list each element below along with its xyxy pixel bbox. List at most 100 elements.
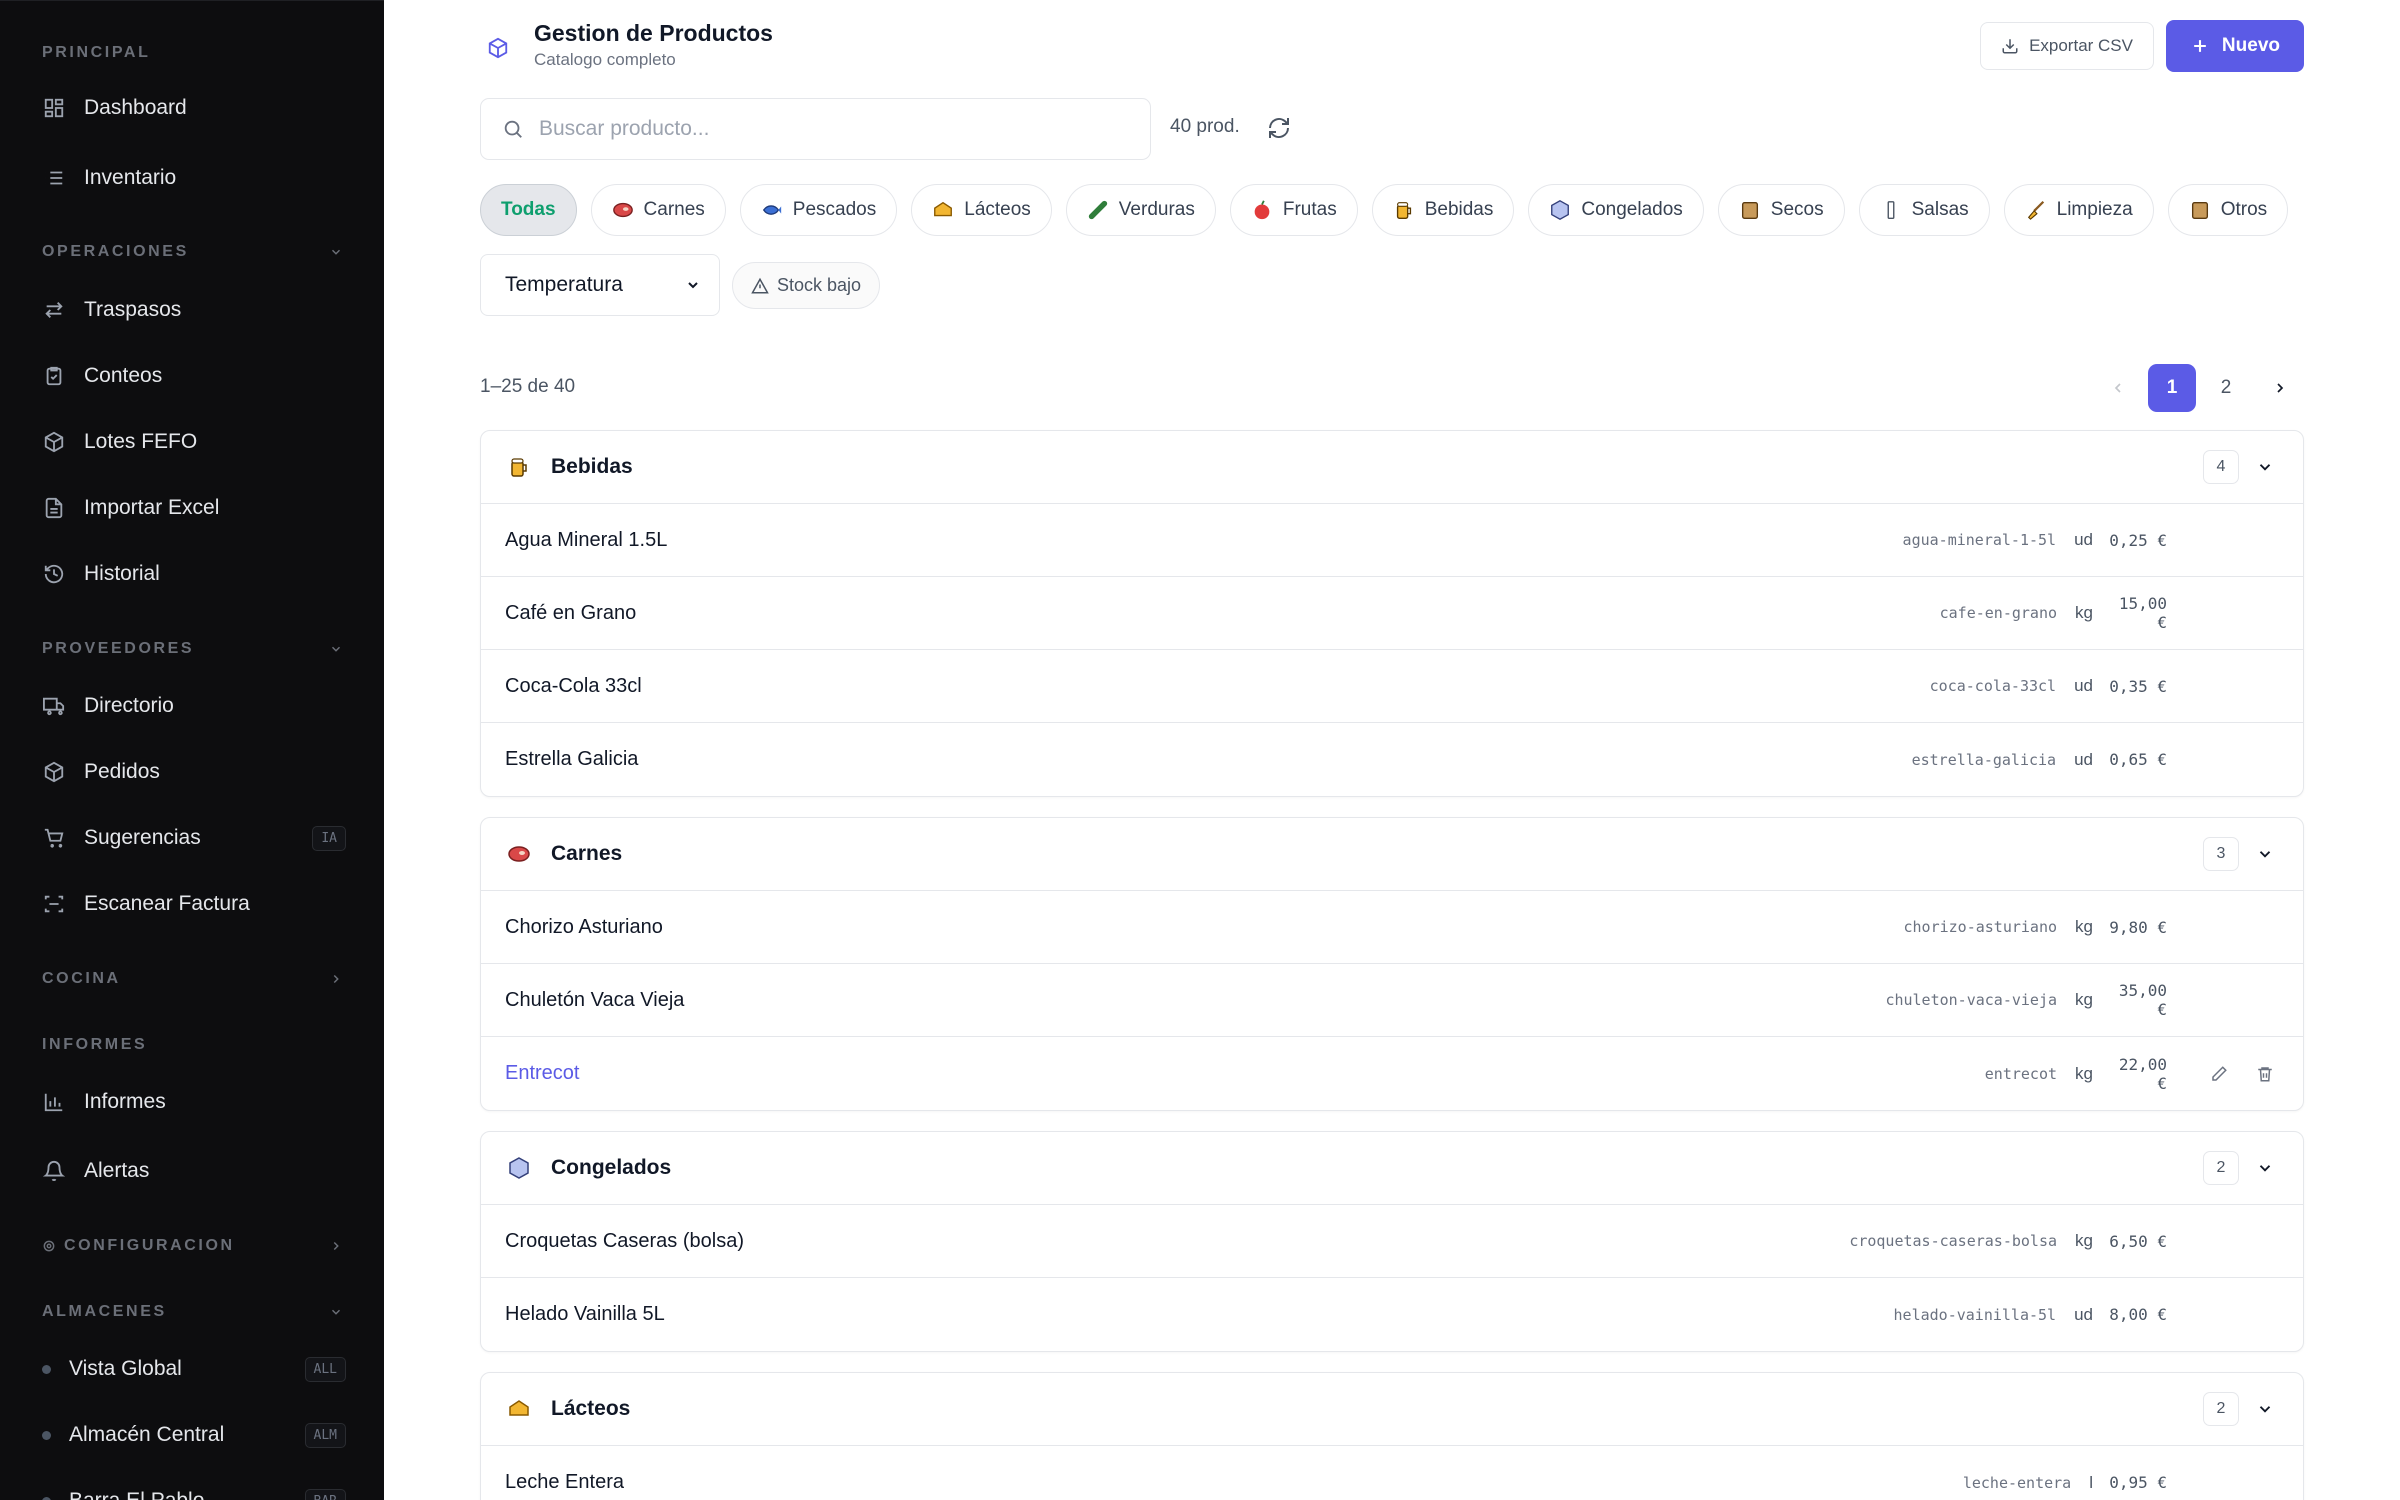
warehouse-label: Vista Global <box>69 1357 182 1380</box>
section-operaciones[interactable]: OPERACIONES <box>42 240 346 264</box>
group-header[interactable]: Congelados 2 <box>481 1132 2303 1205</box>
product-row[interactable]: Helado Vainilla 5L helado-vainilla-5l ud 8,… <box>481 1278 2303 1351</box>
chip-congelados[interactable]: Congelados <box>1528 184 1704 236</box>
product-name: Croquetas Caseras (bolsa) <box>505 1229 744 1252</box>
sidebar-item-directorio[interactable]: Directorio <box>30 680 354 732</box>
chip-label: Carnes <box>643 199 705 220</box>
page-subtitle: Catalogo completo <box>534 50 676 69</box>
prev-page-button[interactable] <box>2094 364 2142 412</box>
sidebar-item-lotes[interactable]: Lotes FEFO <box>30 416 354 468</box>
edit-icon[interactable] <box>2207 1062 2231 1086</box>
search-box[interactable] <box>480 98 1151 160</box>
chip-frutas[interactable]: Frutas <box>1229 184 1358 236</box>
temperature-select[interactable]: Temperatura <box>480 254 720 316</box>
sidebar-item-inventario[interactable]: Inventario <box>30 152 354 204</box>
product-row[interactable]: Chorizo Asturiano chorizo-asturiano kg 9,80… <box>481 891 2303 964</box>
chip-todas[interactable]: Todas <box>480 184 577 236</box>
chip-pescados[interactable]: Pescados <box>739 184 898 236</box>
warehouse-item[interactable]: Vista Global ALL <box>30 1343 354 1395</box>
broom-icon <box>2025 199 2047 221</box>
chevron-down-icon <box>2253 1156 2277 1180</box>
next-page-button[interactable] <box>2256 364 2304 412</box>
chip-limpieza[interactable]: Limpieza <box>2003 184 2154 236</box>
sidebar-item-label: Sugerencias <box>84 826 201 849</box>
warehouse-item[interactable]: Almacén Central ALM <box>30 1409 354 1461</box>
chip-lacteos[interactable]: Lácteos <box>911 184 1052 236</box>
chip-label: Limpieza <box>2056 199 2133 220</box>
sidebar-item-informes[interactable]: Informes <box>30 1076 354 1128</box>
chip-label: Bebidas <box>1424 199 1494 220</box>
chip-label: Frutas <box>1282 199 1337 220</box>
product-price: 0,95 € <box>2109 1473 2167 1492</box>
product-row[interactable]: Croquetas Caseras (bolsa) croquetas-caser… <box>481 1205 2303 1278</box>
sidebar-item-importar[interactable]: Importar Excel <box>30 482 354 534</box>
sidebar-item-label: Traspasos <box>84 298 182 321</box>
group-header[interactable]: Bebidas 4 <box>481 431 2303 504</box>
product-name: Chorizo Asturiano <box>505 915 663 938</box>
product-unit: l <box>2089 1472 2093 1492</box>
product-row[interactable]: Chuletón Vaca Vieja chuleton-vaca-vieja kg… <box>481 964 2303 1037</box>
sidebar-item-historial[interactable]: Historial <box>30 548 354 600</box>
category-group: Lácteos 2 Leche Entera leche-entera l 0,95 … <box>480 1372 2304 1500</box>
product-slug: chorizo-asturiano <box>1903 918 2058 936</box>
product-unit: kg <box>2075 1063 2093 1083</box>
page-button[interactable]: 2 <box>2202 364 2250 412</box>
ai-badge: IA <box>312 825 346 851</box>
product-slug: cafe-en-grano <box>1939 604 2058 622</box>
section-almacenes[interactable]: ALMACENES <box>42 1300 346 1324</box>
product-unit: ud <box>2074 676 2093 695</box>
sidebar-item-label: Informes <box>84 1090 166 1113</box>
chip-secos[interactable]: Secos <box>1717 184 1845 236</box>
sidebar-item-label: Escanear Factura <box>84 892 250 915</box>
sidebar-item-traspasos[interactable]: Traspasos <box>30 284 354 336</box>
bar-chart-icon <box>42 1090 66 1114</box>
product-name: Chuletón Vaca Vieja <box>505 988 685 1011</box>
warning-icon <box>751 277 769 295</box>
product-row[interactable]: Coca-Cola 33cl coca-cola-33cl ud 0,35 € <box>481 650 2303 723</box>
refresh-icon[interactable] <box>1264 113 1294 143</box>
bell-icon <box>42 1159 66 1183</box>
export-csv-button[interactable]: Exportar CSV <box>1980 22 2154 70</box>
package-icon <box>42 430 66 454</box>
trash-icon[interactable] <box>2253 1062 2277 1086</box>
sidebar-item-escanear[interactable]: Escanear Factura <box>30 878 354 930</box>
chip-label: Lácteos <box>964 199 1031 220</box>
group-header[interactable]: Carnes 3 <box>481 818 2303 891</box>
product-name: Coca-Cola 33cl <box>505 674 642 697</box>
sidebar-item-alertas[interactable]: Alertas <box>30 1145 354 1197</box>
sidebar-item-sugerencias[interactable]: Sugerencias IA <box>30 812 354 864</box>
section-cocina[interactable]: COCINA <box>42 967 346 991</box>
sidebar-item-conteos[interactable]: Conteos <box>30 350 354 402</box>
new-product-button[interactable]: Nuevo <box>2165 20 2304 72</box>
sidebar-item-pedidos[interactable]: Pedidos <box>30 746 354 798</box>
group-name: Carnes <box>551 842 623 865</box>
stock-low-filter[interactable]: Stock bajo <box>732 262 881 309</box>
bag-icon <box>1739 199 1761 221</box>
package-icon <box>480 30 516 66</box>
section-configuracion[interactable]: CONFIGURACION <box>42 1234 346 1258</box>
product-name[interactable]: Entrecot <box>505 1062 1985 1085</box>
page-button[interactable]: 1 <box>2148 364 2196 412</box>
product-name: Helado Vainilla 5L <box>505 1303 665 1325</box>
warehouse-item[interactable]: Barra El Pablo BAR <box>30 1475 354 1500</box>
search-input[interactable] <box>539 117 1150 141</box>
chip-bebidas[interactable]: Bebidas <box>1371 184 1515 236</box>
product-row[interactable]: Leche Entera leche-entera l 0,95 € <box>481 1446 2303 1500</box>
chip-label: Otros <box>2220 199 2268 220</box>
page-title: Gestion de Productos <box>534 20 773 46</box>
sidebar-item-dashboard[interactable]: Dashboard <box>30 82 354 134</box>
chip-carnes[interactable]: Carnes <box>590 184 726 236</box>
product-row[interactable]: Entrecot entrecot kg 22,00 € <box>481 1037 2303 1110</box>
chip-otros[interactable]: Otros <box>2167 184 2289 236</box>
group-header[interactable]: Lácteos 2 <box>481 1373 2303 1446</box>
product-row[interactable]: Agua Mineral 1.5L agua-mineral-1-5l ud 0,25… <box>481 504 2303 577</box>
product-slug: helado-vainilla-5l <box>1893 1305 2057 1324</box>
section-proveedores[interactable]: PROVEEDORES <box>42 637 346 661</box>
product-row[interactable]: Estrella Galicia estrella-galicia ud 0,65 € <box>481 723 2303 796</box>
chip-salsas[interactable]: Salsas <box>1858 184 1990 236</box>
apple-icon <box>1251 199 1273 221</box>
category-group: Carnes 3 Chorizo Asturiano chorizo-asturi… <box>480 817 2304 1111</box>
chip-verduras[interactable]: Verduras <box>1065 184 1216 236</box>
section-label: INFORMES <box>42 1036 148 1053</box>
product-row[interactable]: Café en Grano cafe-en-grano kg 15,00 € <box>481 577 2303 650</box>
